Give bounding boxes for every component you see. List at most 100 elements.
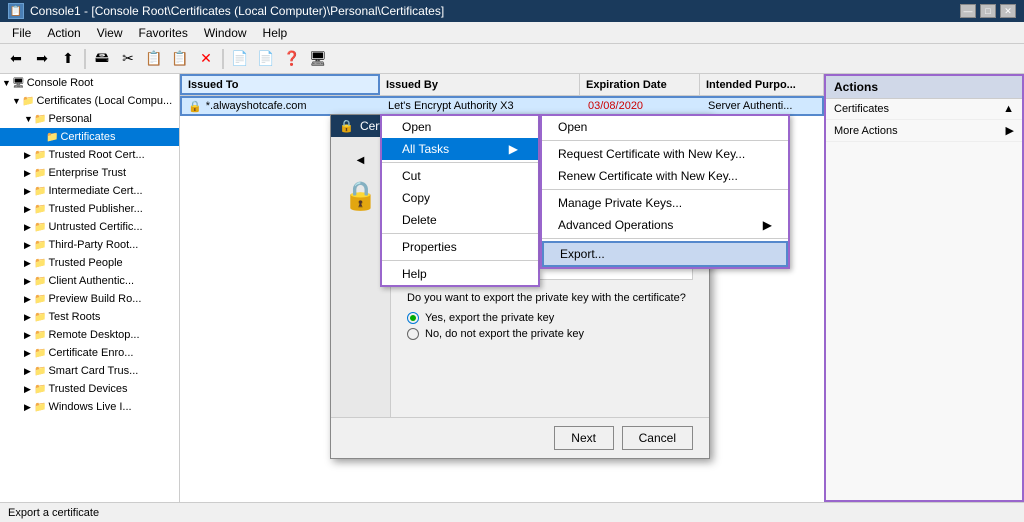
toolbar: ⬅ ➡ ⬆ 🖴 ✂ 📋 📋 ✕ 📄 📄 ❓ 🖥 <box>0 44 1024 74</box>
sub-request-new-key[interactable]: Request Certificate with New Key... <box>542 143 788 165</box>
actions-certificates-arrow: ▲ <box>1003 103 1014 115</box>
expand-icon: ▶ <box>24 330 34 341</box>
col-intended[interactable]: Intended Purpo... <box>700 74 824 95</box>
delete-btn[interactable]: ✕ <box>194 47 218 71</box>
restore-btn[interactable]: □ <box>980 4 996 18</box>
sub-renew-new-key[interactable]: Renew Certificate with New Key... <box>542 165 788 187</box>
tree-item-third-party[interactable]: ▶ 📁 Third-Party Root... <box>0 236 179 254</box>
tree-item-client-auth[interactable]: ▶ 📁 Client Authentic... <box>0 272 179 290</box>
actions-more[interactable]: More Actions ▶ <box>826 120 1022 142</box>
menu-favorites[interactable]: Favorites <box>131 24 196 42</box>
sub-export[interactable]: Export... <box>542 241 788 267</box>
tree-item-trusted-root[interactable]: ▶ 📁 Trusted Root Cert... <box>0 146 179 164</box>
cancel-btn[interactable]: Cancel <box>622 426 693 450</box>
tree-item-trusted-people[interactable]: ▶ 📁 Trusted People <box>0 254 179 272</box>
folder-icon: 📁 <box>22 96 34 107</box>
close-btn[interactable]: ✕ <box>1000 4 1016 18</box>
console-btn[interactable]: 🖥 <box>306 47 330 71</box>
tree-label: Trusted Devices <box>48 383 127 395</box>
menu-help[interactable]: Help <box>255 24 296 42</box>
ctx-cut-label: Cut <box>402 169 421 183</box>
copy-btn[interactable]: 📋 <box>142 47 166 71</box>
wizard-cert-icon: 🔒 <box>343 179 378 212</box>
radio-no-label: No, do not export the private key <box>425 328 584 340</box>
tree-item-intermediate[interactable]: ▶ 📁 Intermediate Cert... <box>0 182 179 200</box>
back-btn[interactable]: ⬅ <box>4 47 28 71</box>
folder-icon: 📁 <box>34 222 46 233</box>
ctx-sep1 <box>382 162 538 163</box>
ctx-properties[interactable]: Properties <box>382 236 538 258</box>
disk-btn[interactable]: 🖴 <box>90 47 114 71</box>
cut-btn[interactable]: ✂ <box>116 47 140 71</box>
radio-no-btn[interactable] <box>407 328 419 340</box>
tree-item-certificates-local[interactable]: ▼ 📁 Certificates (Local Compu... <box>0 92 179 110</box>
radio-yes[interactable]: Yes, export the private key <box>407 312 693 324</box>
help-btn[interactable]: ❓ <box>280 47 304 71</box>
expand-icon: ▶ <box>24 150 34 161</box>
cert-icon: 🔒 <box>188 100 202 113</box>
tree-item-enterprise-trust[interactable]: ▶ 📁 Enterprise Trust <box>0 164 179 182</box>
tree-item-remote-desktop[interactable]: ▶ 📁 Remote Desktop... <box>0 326 179 344</box>
tree-item-untrusted[interactable]: ▶ 📁 Untrusted Certific... <box>0 218 179 236</box>
col-expiration[interactable]: Expiration Date <box>580 74 700 95</box>
menu-bar: File Action View Favorites Window Help <box>0 22 1024 44</box>
sub-request-new-key-label: Request Certificate with New Key... <box>558 147 745 161</box>
folder-icon: 📁 <box>34 330 46 341</box>
ctx-cut[interactable]: Cut <box>382 165 538 187</box>
actions-certificates[interactable]: Certificates ▲ <box>826 99 1022 120</box>
up-btn[interactable]: ⬆ <box>56 47 80 71</box>
tree-label: Untrusted Certific... <box>48 221 142 233</box>
tree-label: Trusted Publisher... <box>48 203 142 215</box>
next-btn[interactable]: Next <box>554 426 614 450</box>
tree-item-cert-enrollment[interactable]: ▶ 📁 Certificate Enro... <box>0 344 179 362</box>
ctx-all-tasks[interactable]: All Tasks ▶ <box>382 138 538 160</box>
col-issued-to[interactable]: Issued To <box>180 74 380 95</box>
props-btn[interactable]: 📄 <box>254 47 278 71</box>
tree-item-preview-build[interactable]: ▶ 📁 Preview Build Ro... <box>0 290 179 308</box>
tree-label: Third-Party Root... <box>48 239 138 251</box>
tree-label: Personal <box>48 113 91 125</box>
folder-icon: 📁 <box>34 240 46 251</box>
new-btn[interactable]: 📄 <box>228 47 252 71</box>
tree-item-trusted-publishers[interactable]: ▶ 📁 Trusted Publisher... <box>0 200 179 218</box>
minimize-btn[interactable]: — <box>960 4 976 18</box>
wizard-back-btn[interactable]: ◀ <box>341 145 381 175</box>
ctx-open[interactable]: Open <box>382 116 538 138</box>
expand-icon: ▶ <box>24 258 34 269</box>
sub-sep3 <box>542 238 788 239</box>
tree-label: Test Roots <box>48 311 100 323</box>
folder-icon: 🖥 <box>12 78 25 89</box>
paste-btn[interactable]: 📋 <box>168 47 192 71</box>
certificate-row[interactable]: 🔒 *.alwayshotcafe.com Let's Encrypt Auth… <box>180 96 824 116</box>
tree-label: Client Authentic... <box>48 275 134 287</box>
sub-advanced-ops[interactable]: Advanced Operations ▶ <box>542 214 788 236</box>
ctx-copy-label: Copy <box>402 191 430 205</box>
menu-action[interactable]: Action <box>39 24 88 42</box>
menu-window[interactable]: Window <box>196 24 255 42</box>
menu-view[interactable]: View <box>89 24 131 42</box>
col-issued-by[interactable]: Issued By <box>380 74 580 95</box>
sub-open-label: Open <box>558 120 587 134</box>
column-headers: Issued To Issued By Expiration Date Inte… <box>180 74 824 96</box>
radio-no[interactable]: No, do not export the private key <box>407 328 693 340</box>
sub-open[interactable]: Open <box>542 116 788 138</box>
tree-item-windows-live[interactable]: ▶ 📁 Windows Live I... <box>0 398 179 416</box>
tree-item-smart-card[interactable]: ▶ 📁 Smart Card Trus... <box>0 362 179 380</box>
tree-item-personal[interactable]: ▼ 📁 Personal <box>0 110 179 128</box>
tree-item-console-root[interactable]: ▼ 🖥 Console Root <box>0 74 179 92</box>
sub-manage-keys[interactable]: Manage Private Keys... <box>542 192 788 214</box>
actions-certificates-label: Certificates <box>834 103 889 115</box>
ctx-help[interactable]: Help <box>382 263 538 285</box>
ctx-all-tasks-label: All Tasks <box>402 142 449 156</box>
app-icon: 📋 <box>8 3 24 19</box>
ctx-copy[interactable]: Copy <box>382 187 538 209</box>
forward-btn[interactable]: ➡ <box>30 47 54 71</box>
cert-issuer: Let's Encrypt Authority X3 <box>388 100 514 112</box>
menu-file[interactable]: File <box>4 24 39 42</box>
tree-item-trusted-devices[interactable]: ▶ 📁 Trusted Devices <box>0 380 179 398</box>
ctx-delete[interactable]: Delete <box>382 209 538 231</box>
radio-yes-btn[interactable] <box>407 312 419 324</box>
tree-item-test-roots[interactable]: ▶ 📁 Test Roots <box>0 308 179 326</box>
folder-icon: 📁 <box>34 294 46 305</box>
tree-item-certificates[interactable]: 📁 Certificates <box>0 128 179 146</box>
